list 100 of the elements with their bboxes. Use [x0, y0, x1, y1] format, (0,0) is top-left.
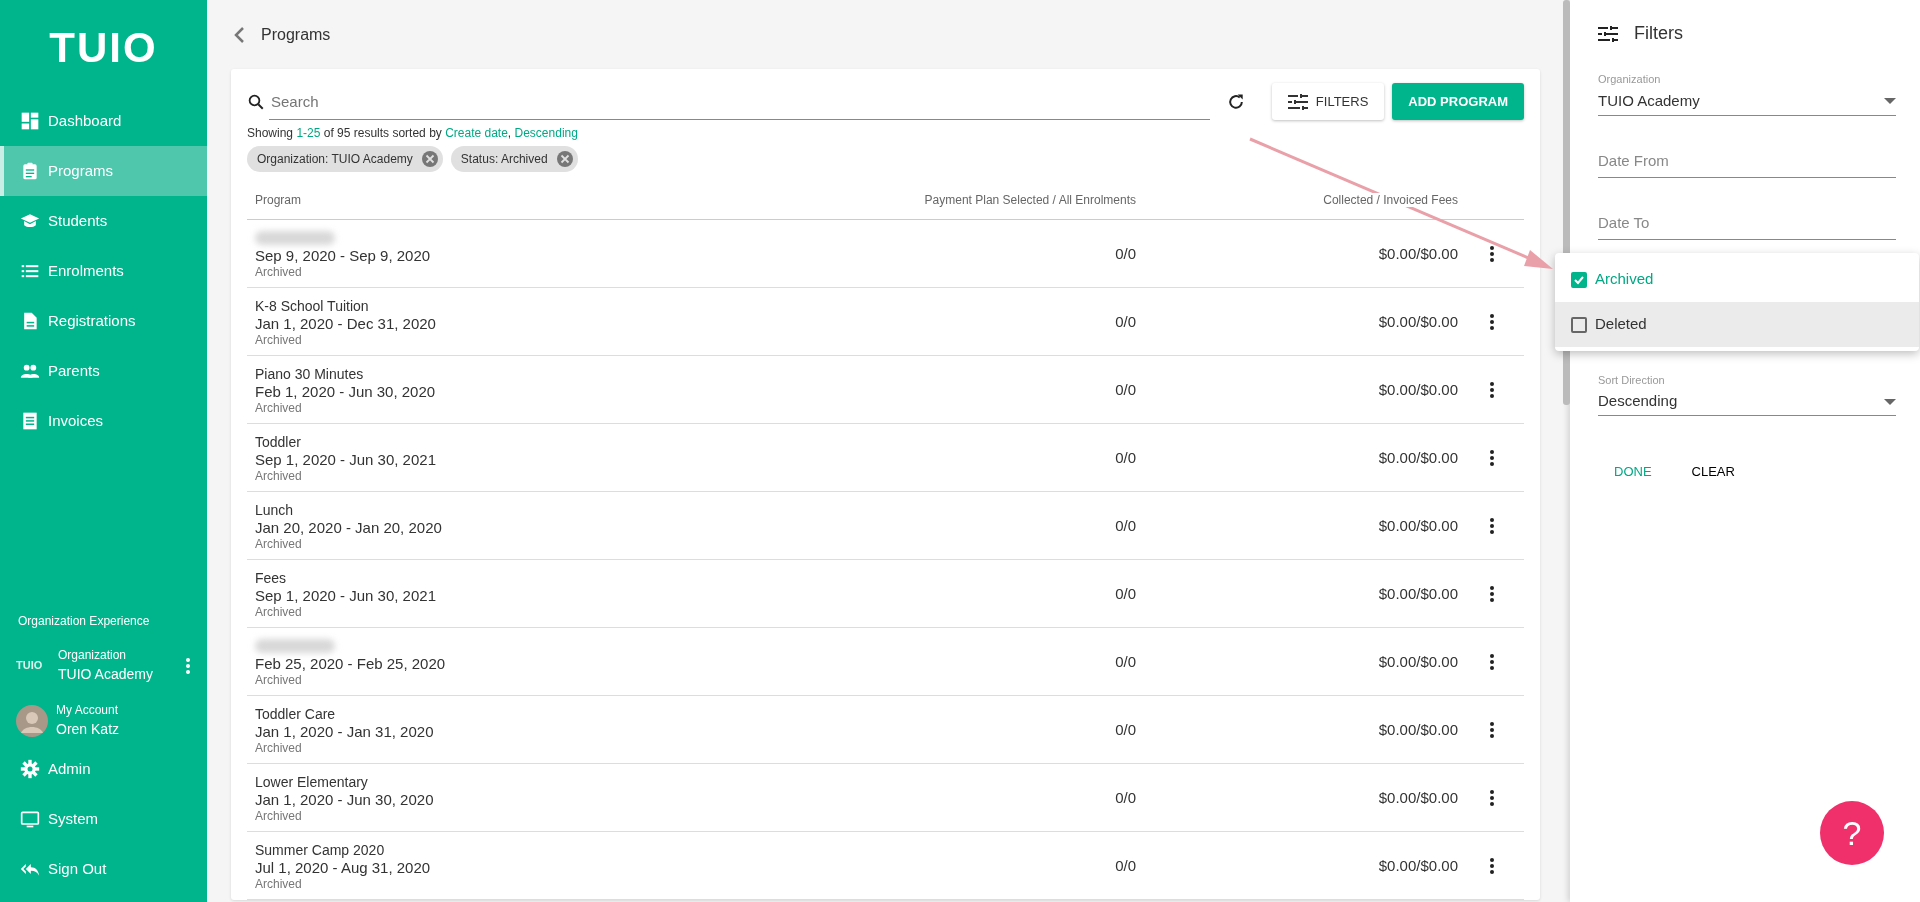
fees-amount: $0.00/$0.00: [1378, 312, 1458, 330]
organization-name: TUIO Academy: [58, 665, 154, 684]
nav-item[interactable]: Dashboard: [0, 96, 207, 146]
program-status: Archived: [255, 876, 303, 891]
page-title: Programs: [261, 24, 331, 45]
nav-item[interactable]: Invoices: [0, 396, 207, 446]
fees-amount: $0.00/$0.00: [1378, 380, 1458, 398]
fees-amount: $0.00/$0.00: [1378, 720, 1458, 738]
program-dates: Feb 25, 2020 - Feb 25, 2020: [255, 654, 447, 673]
menu-option[interactable]: Archived: [1555, 257, 1919, 302]
nav-item[interactable]: Students: [0, 196, 207, 246]
nav-item[interactable]: Sign Out: [0, 844, 207, 894]
more-icon[interactable]: [1488, 652, 1495, 671]
enrolment-count: 0/0: [1115, 244, 1136, 262]
done-button[interactable]: DONE: [1602, 456, 1664, 488]
program-dates: Sep 1, 2020 - Jun 30, 2021: [255, 450, 437, 469]
program-dates: Sep 9, 2020 - Sep 9, 2020: [255, 246, 432, 265]
program-status: Archived: [255, 400, 303, 415]
select-field[interactable]: TUIO Academy: [1598, 87, 1896, 116]
select-field[interactable]: Descending: [1598, 388, 1896, 416]
enrolment-count: 0/0: [1115, 312, 1136, 330]
field-label: Organization: [1598, 72, 1662, 87]
column-header: Program: [255, 192, 301, 207]
search-field[interactable]: Search: [269, 83, 1210, 120]
add-button[interactable]: ADD PROGRAM: [1392, 83, 1524, 120]
program-status: Archived: [255, 808, 303, 823]
program-name: Lower Elementary: [255, 772, 369, 791]
more-icon[interactable]: [1488, 788, 1495, 807]
program-dates: Jan 1, 2020 - Jun 30, 2020: [255, 790, 435, 809]
program-name: Toddler Care: [255, 704, 337, 723]
filter-chip: Status: Archived: [450, 146, 578, 172]
nav-item[interactable]: System: [0, 794, 207, 844]
program-dates: Jul 1, 2020 - Aug 31, 2020: [255, 858, 432, 877]
more-icon[interactable]: [1488, 856, 1495, 875]
fees-amount: $0.00/$0.00: [1378, 244, 1458, 262]
program-status: Archived: [255, 672, 303, 687]
program-name: K-8 School Tuition: [255, 296, 370, 315]
sliders-icon: [1598, 24, 1618, 43]
enrolment-count: 0/0: [1115, 720, 1136, 738]
program-name: Piano 30 Minutes: [255, 364, 365, 383]
checkbox[interactable]: [1571, 271, 1587, 288]
organization-label: Organization: [58, 647, 128, 664]
more-icon[interactable]: [1488, 312, 1495, 331]
more-icon[interactable]: [1488, 448, 1495, 467]
program-dates: Jan 20, 2020 - Jan 20, 2020: [255, 518, 443, 537]
fees-amount: $0.00/$0.00: [1378, 584, 1458, 602]
enrolment-count: 0/0: [1115, 856, 1136, 874]
nav-item[interactable]: Registrations: [0, 296, 207, 346]
nav-item[interactable]: Enrolments: [0, 246, 207, 296]
results-summary: Showing 1-25 of 95 results sorted by Create date, Descending: [247, 125, 579, 142]
program-status: Archived: [255, 468, 303, 483]
program-name: Lunch: [255, 500, 295, 519]
account-label: My Account: [56, 702, 120, 719]
more-icon[interactable]: [1488, 720, 1495, 739]
gear-icon: [20, 759, 40, 779]
account-name: Oren Katz: [56, 720, 120, 739]
date-field[interactable]: Date To: [1598, 207, 1896, 240]
close-icon[interactable]: [420, 150, 439, 168]
nav-item[interactable]: Programs: [0, 146, 207, 196]
nav-item[interactable]: Admin: [0, 744, 207, 794]
filter-chip: Organization: TUIO Academy: [247, 146, 443, 172]
program-dates: Feb 1, 2020 - Jun 30, 2020: [255, 382, 437, 401]
date-field[interactable]: Date From: [1598, 145, 1896, 178]
more-icon[interactable]: [1488, 380, 1495, 399]
search-icon: [247, 92, 265, 111]
fees-amount: $0.00/$0.00: [1378, 652, 1458, 670]
monitor-icon: [20, 809, 40, 829]
logo: TUIO: [49, 27, 158, 69]
checkbox[interactable]: [1571, 316, 1587, 333]
more-icon[interactable]: [1488, 244, 1495, 263]
program-status: Archived: [255, 604, 303, 619]
enrolment-count: 0/0: [1115, 516, 1136, 534]
program-name: Toddler: [255, 432, 302, 451]
filters-button[interactable]: FILTERS: [1271, 83, 1385, 120]
program-status: Archived: [255, 332, 303, 347]
enrolment-count: 0/0: [1115, 380, 1136, 398]
caret-icon: [1884, 398, 1896, 405]
avatar: [16, 704, 48, 737]
program-status: Archived: [255, 740, 303, 755]
more-icon[interactable]: [1488, 516, 1495, 535]
organization-logo: TUIO: [16, 658, 44, 674]
clear-button[interactable]: CLEAR: [1679, 456, 1747, 488]
panel-title: Filters: [1634, 22, 1683, 45]
close-icon[interactable]: [555, 150, 574, 168]
back-icon[interactable]: [233, 25, 245, 44]
fees-amount: $0.00/$0.00: [1378, 448, 1458, 466]
more-icon[interactable]: [1488, 584, 1495, 603]
nav-item[interactable]: Parents: [0, 346, 207, 396]
program-dates: Jan 1, 2020 - Jan 31, 2020: [255, 722, 435, 741]
enrolment-count: 0/0: [1115, 584, 1136, 602]
fees-amount: $0.00/$0.00: [1378, 788, 1458, 806]
program-name: Fees: [255, 568, 288, 587]
field-label: Sort Direction: [1598, 372, 1666, 388]
clipboard-icon: [20, 161, 40, 181]
fees-amount: $0.00/$0.00: [1378, 856, 1458, 874]
column-header: Payment Plan Selected / All Enrolments: [924, 192, 1136, 207]
check-icon: [1574, 274, 1584, 285]
caret-icon: [1884, 98, 1896, 104]
program-dates: Sep 1, 2020 - Jun 30, 2021: [255, 586, 437, 605]
menu-option[interactable]: Deleted: [1555, 302, 1919, 347]
